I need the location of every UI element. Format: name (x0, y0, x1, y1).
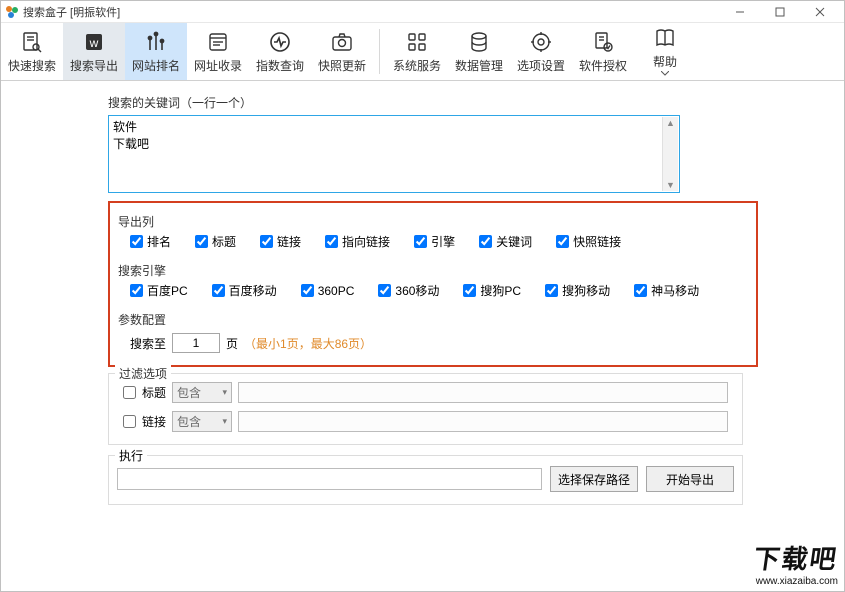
params-group: 参数配置 搜索至 页 （最小1页，最大86页） (118, 309, 748, 355)
checkbox-engine-360-pc[interactable]: 360PC (301, 284, 355, 298)
keyword-box: ▲ ▼ (108, 115, 680, 193)
client-area: 搜索的关键词（一行一个） ▲ ▼ 导出列 排名 标题 链接 指向链接 引擎 关键… (1, 81, 844, 591)
license-button[interactable]: 软件授权 (572, 23, 634, 80)
filter-title-combo[interactable]: 包含▾ (172, 382, 232, 403)
save-path-input[interactable] (117, 468, 542, 490)
book-icon (653, 26, 677, 50)
checkbox-col-target-link[interactable]: 指向链接 (325, 233, 390, 250)
checkbox-engine-sogou-mobile[interactable]: 搜狗移动 (545, 282, 610, 299)
license-icon (591, 30, 615, 54)
checkbox-col-title[interactable]: 标题 (195, 233, 236, 250)
filter-title-checkbox[interactable] (123, 386, 136, 399)
data-manage-button[interactable]: 数据管理 (448, 23, 510, 80)
toolbar: 快速搜索 w 搜索导出 网站排名 网址收录 指数查询 快照更新 系统服务 (1, 23, 844, 81)
engines-row: 百度PC 百度移动 360PC 360移动 搜狗PC 搜狗移动 神马移动 (118, 280, 748, 305)
filter-link-text[interactable] (238, 411, 728, 432)
checkbox-col-keyword[interactable]: 关键词 (479, 233, 532, 250)
help-button[interactable]: 帮助 (634, 23, 696, 80)
system-service-button[interactable]: 系统服务 (386, 23, 448, 80)
checkbox-engine-shenma-mobile[interactable]: 神马移动 (634, 282, 699, 299)
document-search-icon (20, 30, 44, 54)
close-button[interactable] (800, 2, 840, 22)
filter-group: 过滤选项 标题 包含▾ 链接 包含▾ (108, 373, 743, 445)
filter-link-combo[interactable]: 包含▾ (172, 411, 232, 432)
params-hint: （最小1页，最大86页） (244, 335, 372, 352)
search-export-button[interactable]: w 搜索导出 (63, 23, 125, 80)
export-columns-title: 导出列 (118, 211, 748, 231)
word-doc-icon: w (82, 30, 106, 54)
keyword-label: 搜索的关键词（一行一个） (108, 91, 832, 113)
options-button[interactable]: 选项设置 (510, 23, 572, 80)
chevron-down-icon: ▾ (222, 387, 227, 398)
filter-title-text[interactable] (238, 382, 728, 403)
checkbox-col-rank[interactable]: 排名 (130, 233, 171, 250)
filter-title-label: 标题 (142, 384, 166, 401)
application-window: 搜索盒子 [明振软件] 快速搜索 w 搜索导出 网站排名 网址收录 指数查询 (0, 0, 845, 592)
toolbar-separator (379, 29, 380, 74)
activity-icon (268, 30, 292, 54)
camera-icon (330, 30, 354, 54)
keyword-scrollbar[interactable]: ▲ ▼ (662, 117, 678, 191)
filter-row-link: 链接 包含▾ (117, 407, 734, 436)
titlebar: 搜索盒子 [明振软件] (1, 1, 844, 23)
engines-group: 搜索引擎 百度PC 百度移动 360PC 360移动 搜狗PC 搜狗移动 神马移… (118, 260, 748, 305)
checkbox-col-engine[interactable]: 引擎 (414, 233, 455, 250)
scroll-up-icon: ▲ (666, 117, 675, 129)
database-icon (467, 30, 491, 54)
svg-text:w: w (89, 36, 99, 50)
export-columns-row: 排名 标题 链接 指向链接 引擎 关键词 快照链接 (118, 231, 748, 256)
filter-link-checkbox[interactable] (123, 415, 136, 428)
keyword-textarea[interactable] (109, 116, 679, 192)
grid-icon (405, 30, 429, 54)
dropdown-chevron-icon (661, 71, 669, 76)
checkbox-engine-baidu-mobile[interactable]: 百度移动 (212, 282, 277, 299)
filter-title: 过滤选项 (115, 365, 171, 382)
scroll-down-icon: ▼ (666, 179, 675, 191)
bar-chart-icon (144, 30, 168, 54)
index-query-button[interactable]: 指数查询 (249, 23, 311, 80)
filter-row-title: 标题 包含▾ (117, 378, 734, 407)
checkbox-col-snapshot-link[interactable]: 快照链接 (556, 233, 621, 250)
snapshot-update-button[interactable]: 快照更新 (311, 23, 373, 80)
params-post-label: 页 (226, 335, 238, 352)
checkbox-engine-sogou-pc[interactable]: 搜狗PC (463, 282, 521, 299)
execute-title: 执行 (115, 447, 147, 464)
checkbox-engine-360-mobile[interactable]: 360移动 (378, 282, 439, 299)
app-icon (5, 5, 19, 19)
export-columns-group: 导出列 排名 标题 链接 指向链接 引擎 关键词 快照链接 (118, 211, 748, 256)
maximize-button[interactable] (760, 2, 800, 22)
checkbox-engine-baidu-pc[interactable]: 百度PC (130, 282, 188, 299)
site-ranking-button[interactable]: 网站排名 (125, 23, 187, 80)
webpage-icon (206, 30, 230, 54)
start-export-button[interactable]: 开始导出 (646, 466, 734, 492)
window-title: 搜索盒子 [明振软件] (23, 4, 120, 20)
params-row: 搜索至 页 （最小1页，最大86页） (118, 329, 748, 355)
quick-search-button[interactable]: 快速搜索 (1, 23, 63, 80)
choose-path-button[interactable]: 选择保存路径 (550, 466, 638, 492)
url-index-button[interactable]: 网址收录 (187, 23, 249, 80)
params-pre-label: 搜索至 (130, 335, 166, 352)
highlighted-config-box: 导出列 排名 标题 链接 指向链接 引擎 关键词 快照链接 搜索引擎 百度PC … (108, 201, 758, 367)
pages-input[interactable] (172, 333, 220, 353)
gear-icon (529, 30, 553, 54)
params-title: 参数配置 (118, 309, 748, 329)
chevron-down-icon: ▾ (222, 416, 227, 427)
execute-group: 执行 选择保存路径 开始导出 (108, 455, 743, 505)
minimize-button[interactable] (720, 2, 760, 22)
engines-title: 搜索引擎 (118, 260, 748, 280)
checkbox-col-link[interactable]: 链接 (260, 233, 301, 250)
filter-link-label: 链接 (142, 413, 166, 430)
